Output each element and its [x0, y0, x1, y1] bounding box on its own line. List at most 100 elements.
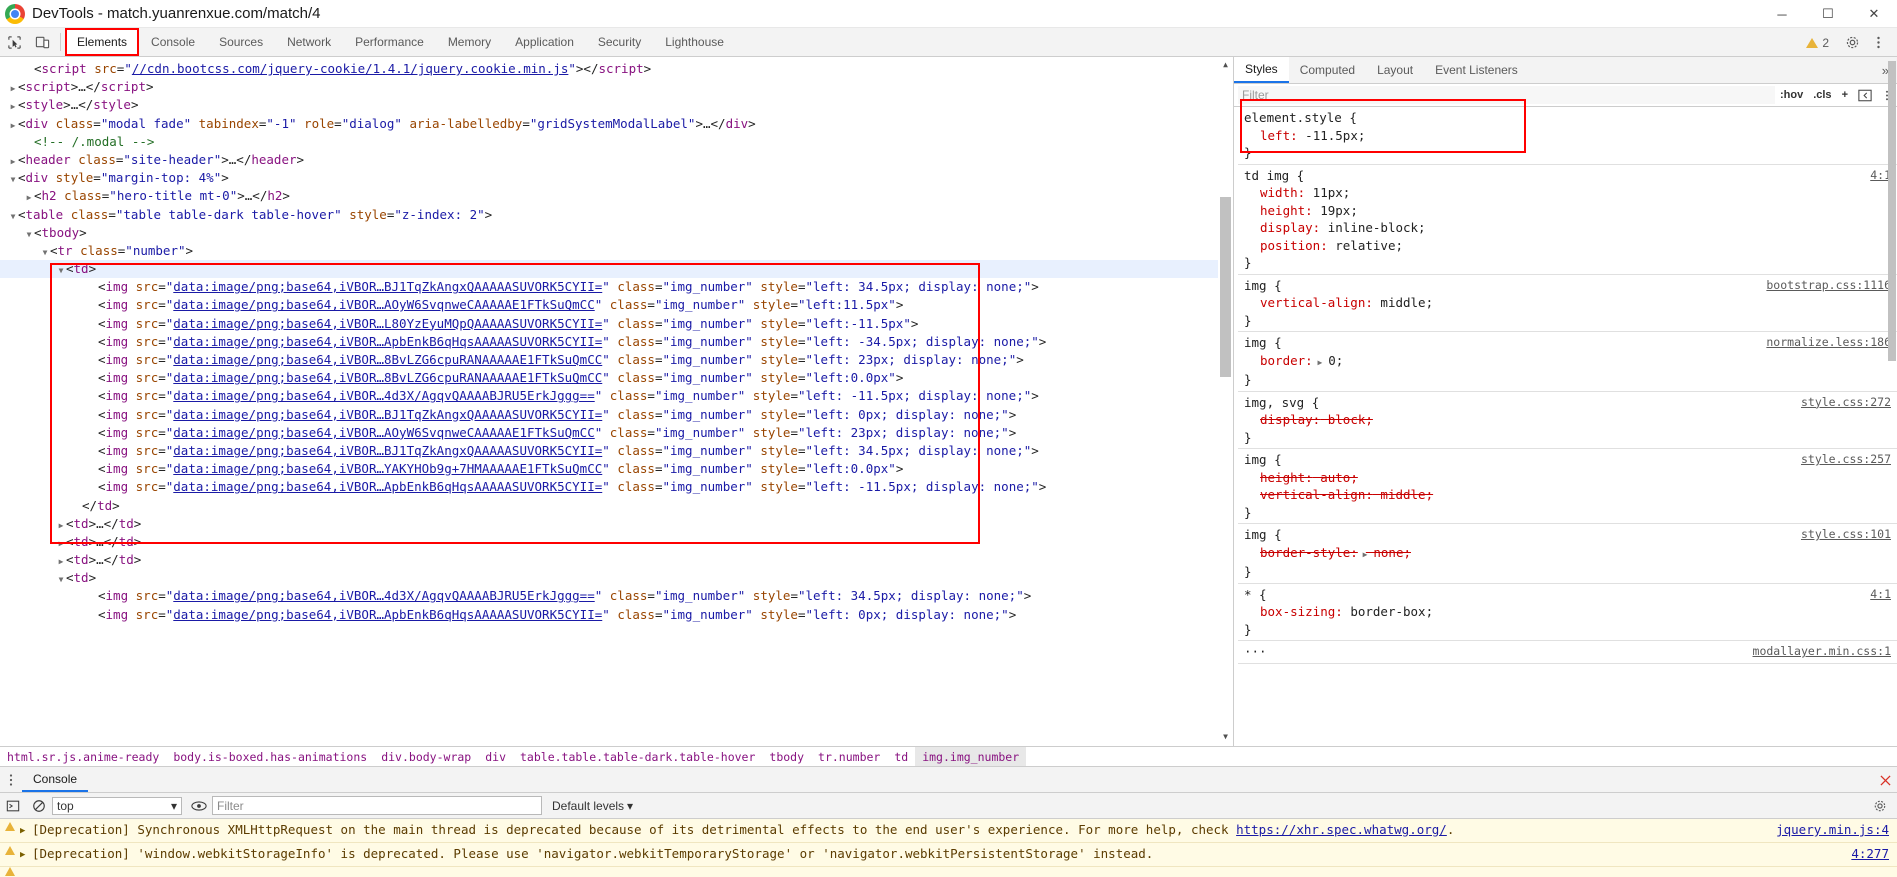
dom-tree-node[interactable]: ▼ <table class="table table-dark table-ho…	[0, 206, 1233, 224]
console-message[interactable]: ▶ [Deprecation] 'window.webkitStorageInfo…	[0, 843, 1897, 867]
css-property-value[interactable]: auto;	[1313, 470, 1358, 485]
dom-tree-node[interactable]: <img src="data:image/png;base64,iVBOR…AO…	[0, 424, 1233, 442]
breadcrumb-item[interactable]: td	[887, 747, 915, 766]
console-message-source[interactable]: 4:277	[1851, 845, 1889, 862]
css-property-value[interactable]: 0;	[1321, 353, 1343, 368]
dom-tree-node[interactable]: <img src="data:image/png;base64,iVBOR…BJ…	[0, 278, 1233, 296]
dom-tree-scrollbar[interactable]: ▲ ▼	[1218, 57, 1233, 746]
scroll-up-arrow-icon[interactable]: ▲	[1218, 57, 1233, 74]
css-property-value[interactable]: block;	[1320, 412, 1373, 427]
close-button[interactable]: ✕	[1851, 0, 1897, 28]
css-property-name[interactable]: display:	[1260, 220, 1320, 235]
gear-icon[interactable]	[1867, 793, 1893, 819]
css-source-link[interactable]: style.css:101	[1801, 526, 1891, 544]
tab-memory[interactable]: Memory	[436, 28, 503, 56]
tab-computed[interactable]: Computed	[1289, 57, 1366, 83]
tab-sources[interactable]: Sources	[207, 28, 275, 56]
dom-tree-node[interactable]: </td>	[0, 497, 1233, 515]
dom-tree-node[interactable]: <img src="data:image/png;base64,iVBOR…AO…	[0, 296, 1233, 314]
css-declaration[interactable]: display: inline-block;	[1244, 219, 1897, 237]
maximize-button[interactable]: ☐	[1805, 0, 1851, 28]
drawer-tab-console[interactable]: Console	[22, 767, 89, 792]
console-levels-dropdown[interactable]: Default levels ▾	[552, 799, 633, 813]
breadcrumb-item[interactable]: div	[478, 747, 513, 766]
cls-toggle-button[interactable]: .cls	[1808, 84, 1836, 107]
css-declaration[interactable]: box-sizing: border-box;	[1244, 603, 1897, 621]
css-declaration[interactable]: width: 11px;	[1244, 184, 1897, 202]
styles-rules-list[interactable]: element.style {left: -11.5px;} td img {4:…	[1234, 107, 1897, 746]
css-selector[interactable]: img {	[1244, 527, 1282, 542]
css-declaration[interactable]: vertical-align: middle;	[1244, 486, 1897, 504]
kebab-menu-icon[interactable]	[1865, 35, 1891, 50]
css-property-value[interactable]: border-box;	[1343, 604, 1433, 619]
dom-tree-node[interactable]: <img src="data:image/png;base64,iVBOR…Ap…	[0, 606, 1233, 624]
css-property-value[interactable]: relative;	[1328, 238, 1403, 253]
dom-tree-node[interactable]: <script src="//cdn.bootcss.com/jquery-co…	[0, 60, 1233, 78]
dom-tree-node[interactable]: ▼ <tbody>	[0, 224, 1233, 242]
css-rule[interactable]: td img {4:1 width: 11px; height: 19px; disp…	[1238, 165, 1897, 275]
css-source-link[interactable]: normalize.less:186	[1766, 334, 1891, 352]
clear-console-icon[interactable]	[26, 793, 52, 819]
css-property-value[interactable]: inline-block;	[1320, 220, 1426, 235]
styles-filter-input[interactable]	[1238, 86, 1775, 104]
css-declaration[interactable]: position: relative;	[1244, 237, 1897, 255]
css-property-value[interactable]: -11.5px;	[1298, 128, 1365, 143]
drawer-kebab-menu-icon[interactable]	[0, 767, 22, 792]
dom-tree-node[interactable]: ▶ <div class="modal fade" tabindex="-1" r…	[0, 115, 1233, 133]
hov-toggle-button[interactable]: :hov	[1775, 84, 1808, 107]
css-declaration[interactable]: vertical-align: middle;	[1244, 294, 1897, 312]
css-property-value[interactable]: 19px;	[1313, 203, 1358, 218]
live-expression-icon[interactable]	[186, 793, 212, 819]
breadcrumb-item[interactable]: img.img_number	[915, 747, 1027, 766]
device-toolbar-icon[interactable]	[28, 28, 56, 56]
dom-tree-node[interactable]: <img src="data:image/png;base64,iVBOR…YA…	[0, 460, 1233, 478]
css-source-link[interactable]: bootstrap.css:1116	[1766, 277, 1891, 295]
css-property-name[interactable]: display:	[1260, 412, 1320, 427]
css-declaration[interactable]: display: block;	[1244, 411, 1897, 429]
gear-icon[interactable]	[1839, 35, 1865, 50]
css-property-name[interactable]: left:	[1260, 128, 1298, 143]
css-property-name[interactable]: border:	[1260, 353, 1313, 368]
css-selector[interactable]: ···	[1244, 644, 1267, 659]
dom-tree-node[interactable]: <img src="data:image/png;base64,iVBOR…BJ…	[0, 442, 1233, 460]
tab-security[interactable]: Security	[586, 28, 653, 56]
inspect-element-icon[interactable]	[0, 28, 28, 56]
execution-context-icon[interactable]	[0, 793, 26, 819]
breadcrumb-item[interactable]: div.body-wrap	[374, 747, 478, 766]
css-selector[interactable]: img {	[1244, 278, 1282, 293]
dom-tree-node[interactable]: ▼ <div style="margin-top: 4%">	[0, 169, 1233, 187]
css-rule[interactable]: element.style {left: -11.5px;}	[1238, 107, 1897, 165]
css-declaration[interactable]: height: auto;	[1244, 469, 1897, 487]
css-property-name[interactable]: height:	[1260, 203, 1313, 218]
css-rule[interactable]: * {4:1 box-sizing: border-box;}	[1238, 584, 1897, 641]
dom-tree-node[interactable]: <img src="data:image/png;base64,iVBOR…4d…	[0, 387, 1233, 405]
breadcrumb-item[interactable]: tr.number	[811, 747, 887, 766]
expand-shorthand-icon[interactable]: ▶	[1313, 354, 1323, 372]
breadcrumb-item[interactable]: table.table.table-dark.table-hover	[513, 747, 762, 766]
toggle-sidebar-icon[interactable]	[1853, 84, 1877, 107]
dom-tree-node[interactable]: <img src="data:image/png;base64,iVBOR…Ap…	[0, 333, 1233, 351]
css-selector[interactable]: img {	[1244, 452, 1282, 467]
css-rule[interactable]: img {normalize.less:186 border: ▶ 0;}	[1238, 332, 1897, 392]
css-declaration[interactable]: height: 19px;	[1244, 202, 1897, 220]
minimize-button[interactable]: ─	[1759, 0, 1805, 28]
dom-tree-node[interactable]: ▶ <style>…</style>	[0, 96, 1233, 114]
css-rule[interactable]: img { bootstrap.css:1116 vertical-align: m…	[1238, 275, 1897, 332]
css-property-name[interactable]: width:	[1260, 185, 1305, 200]
css-selector[interactable]: img {	[1244, 335, 1282, 350]
css-property-name[interactable]: position:	[1260, 238, 1328, 253]
tab-application[interactable]: Application	[503, 28, 586, 56]
new-style-rule-button[interactable]: +	[1837, 84, 1853, 107]
console-message-link[interactable]: https://xhr.spec.whatwg.org/	[1236, 822, 1447, 837]
expand-shorthand-icon[interactable]: ▶	[1358, 546, 1368, 564]
dom-tree-node[interactable]: ▶ <td>…</td>	[0, 551, 1233, 569]
css-property-value[interactable]: none;	[1366, 545, 1411, 560]
css-property-value[interactable]: middle;	[1373, 487, 1433, 502]
dom-tree-node[interactable]: <img src="data:image/png;base64,iVBOR…L8…	[0, 315, 1233, 333]
css-declaration[interactable]: left: -11.5px;	[1244, 127, 1897, 145]
breadcrumb-item[interactable]: body.is-boxed.has-animations	[166, 747, 374, 766]
console-filter-input[interactable]	[212, 796, 542, 815]
css-selector[interactable]: td img {	[1244, 168, 1304, 183]
dom-tree-node[interactable]: ▶ <td>…</td>	[0, 515, 1233, 533]
execution-context-select[interactable]: top ▾	[52, 796, 182, 815]
